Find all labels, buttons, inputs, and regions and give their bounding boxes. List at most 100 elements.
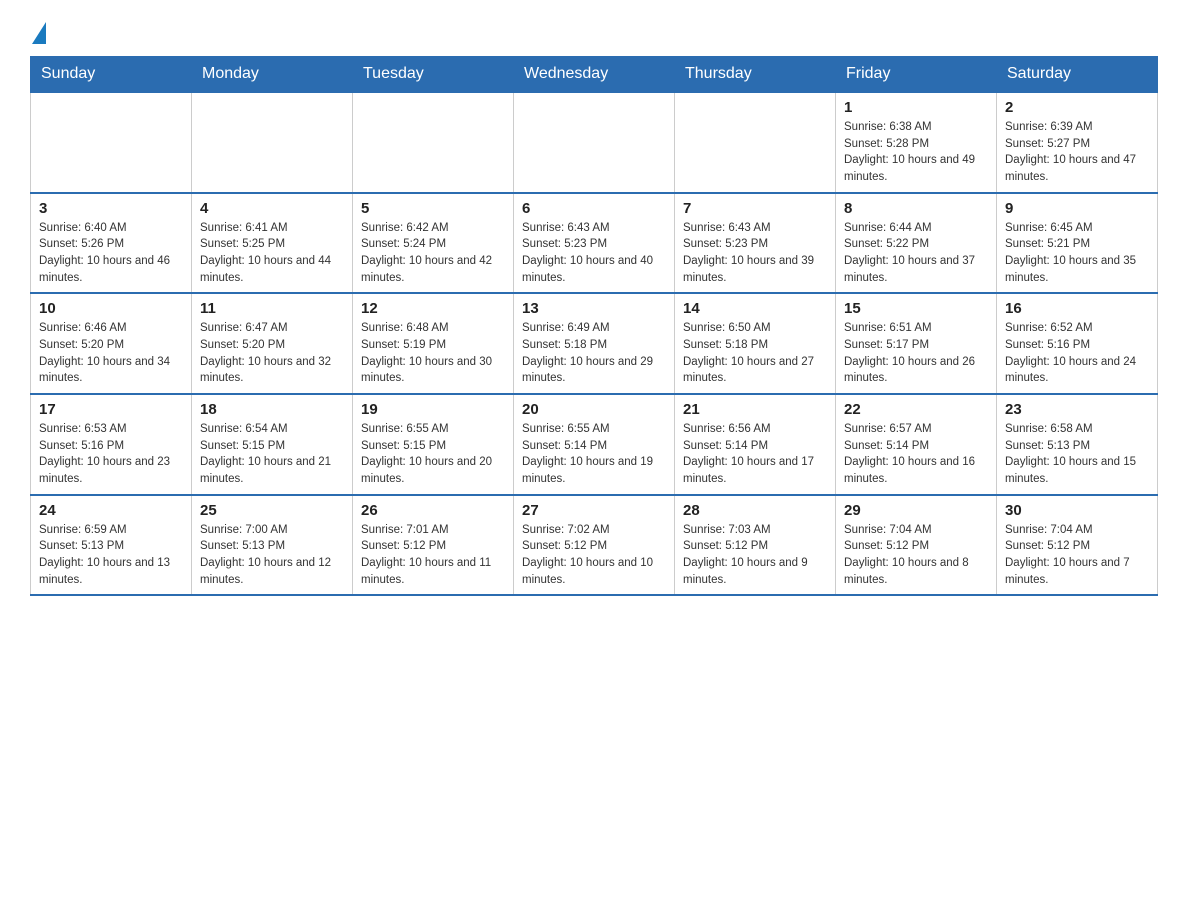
- day-number: 22: [844, 401, 988, 418]
- calendar-cell: [353, 92, 514, 193]
- day-info: Sunrise: 7:04 AM Sunset: 5:12 PM Dayligh…: [1005, 522, 1149, 589]
- weekday-header-saturday: Saturday: [997, 57, 1158, 93]
- day-info: Sunrise: 6:59 AM Sunset: 5:13 PM Dayligh…: [39, 522, 183, 589]
- calendar-cell: 25 Sunrise: 7:00 AM Sunset: 5:13 PM Dayli…: [192, 495, 353, 596]
- day-info: Sunrise: 6:43 AM Sunset: 5:23 PM Dayligh…: [522, 220, 666, 287]
- day-number: 17: [39, 401, 183, 418]
- weekday-header-sunday: Sunday: [31, 57, 192, 93]
- day-info: Sunrise: 6:38 AM Sunset: 5:28 PM Dayligh…: [844, 119, 988, 186]
- day-info: Sunrise: 6:53 AM Sunset: 5:16 PM Dayligh…: [39, 421, 183, 488]
- day-info: Sunrise: 6:48 AM Sunset: 5:19 PM Dayligh…: [361, 320, 505, 387]
- calendar-cell: 20 Sunrise: 6:55 AM Sunset: 5:14 PM Dayli…: [514, 394, 675, 495]
- day-number: 11: [200, 300, 344, 317]
- day-number: 3: [39, 200, 183, 217]
- day-number: 30: [1005, 502, 1149, 519]
- page-header: [30, 20, 1158, 40]
- weekday-header-tuesday: Tuesday: [353, 57, 514, 93]
- day-info: Sunrise: 6:51 AM Sunset: 5:17 PM Dayligh…: [844, 320, 988, 387]
- day-number: 4: [200, 200, 344, 217]
- day-info: Sunrise: 6:45 AM Sunset: 5:21 PM Dayligh…: [1005, 220, 1149, 287]
- day-number: 12: [361, 300, 505, 317]
- calendar-cell: 28Sunrise: 7:03 AM Sunset: 5:12 PM Dayli…: [675, 495, 836, 596]
- calendar-row-1: 3 Sunrise: 6:40 AM Sunset: 5:26 PM Daylig…: [31, 193, 1158, 294]
- day-number: 21: [683, 401, 827, 418]
- logo: [30, 20, 46, 40]
- day-info: Sunrise: 6:41 AM Sunset: 5:25 PM Dayligh…: [200, 220, 344, 287]
- calendar-cell: 30 Sunrise: 7:04 AM Sunset: 5:12 PM Dayli…: [997, 495, 1158, 596]
- calendar-cell: [514, 92, 675, 193]
- weekday-header-friday: Friday: [836, 57, 997, 93]
- weekday-header-monday: Monday: [192, 57, 353, 93]
- day-info: Sunrise: 6:47 AM Sunset: 5:20 PM Dayligh…: [200, 320, 344, 387]
- day-info: Sunrise: 7:01 AM Sunset: 5:12 PM Dayligh…: [361, 522, 505, 589]
- calendar-cell: 12 Sunrise: 6:48 AM Sunset: 5:19 PM Dayli…: [353, 293, 514, 394]
- calendar-cell: 4 Sunrise: 6:41 AM Sunset: 5:25 PM Daylig…: [192, 193, 353, 294]
- day-number: 5: [361, 200, 505, 217]
- day-info: Sunrise: 6:57 AM Sunset: 5:14 PM Dayligh…: [844, 421, 988, 488]
- logo-triangle-icon: [32, 22, 46, 44]
- day-info: Sunrise: 6:55 AM Sunset: 5:15 PM Dayligh…: [361, 421, 505, 488]
- day-number: 1: [844, 99, 988, 116]
- day-info: Sunrise: 6:58 AM Sunset: 5:13 PM Dayligh…: [1005, 421, 1149, 488]
- weekday-header-row: SundayMondayTuesdayWednesdayThursdayFrid…: [31, 57, 1158, 93]
- day-number: 2: [1005, 99, 1149, 116]
- calendar-cell: 23Sunrise: 6:58 AM Sunset: 5:13 PM Dayli…: [997, 394, 1158, 495]
- day-number: 8: [844, 200, 988, 217]
- day-number: 28: [683, 502, 827, 519]
- day-number: 13: [522, 300, 666, 317]
- calendar-cell: 8 Sunrise: 6:44 AM Sunset: 5:22 PM Daylig…: [836, 193, 997, 294]
- day-info: Sunrise: 6:39 AM Sunset: 5:27 PM Dayligh…: [1005, 119, 1149, 186]
- day-number: 14: [683, 300, 827, 317]
- day-number: 19: [361, 401, 505, 418]
- calendar-table: SundayMondayTuesdayWednesdayThursdayFrid…: [30, 56, 1158, 596]
- calendar-cell: 24 Sunrise: 6:59 AM Sunset: 5:13 PM Dayli…: [31, 495, 192, 596]
- day-info: Sunrise: 7:00 AM Sunset: 5:13 PM Dayligh…: [200, 522, 344, 589]
- day-info: Sunrise: 6:44 AM Sunset: 5:22 PM Dayligh…: [844, 220, 988, 287]
- day-number: 15: [844, 300, 988, 317]
- calendar-row-0: 1 Sunrise: 6:38 AM Sunset: 5:28 PM Daylig…: [31, 92, 1158, 193]
- calendar-cell: 11 Sunrise: 6:47 AM Sunset: 5:20 PM Dayli…: [192, 293, 353, 394]
- calendar-cell: [31, 92, 192, 193]
- calendar-row-3: 17 Sunrise: 6:53 AM Sunset: 5:16 PM Dayli…: [31, 394, 1158, 495]
- day-number: 7: [683, 200, 827, 217]
- calendar-cell: 1 Sunrise: 6:38 AM Sunset: 5:28 PM Daylig…: [836, 92, 997, 193]
- day-number: 29: [844, 502, 988, 519]
- calendar-cell: 5 Sunrise: 6:42 AM Sunset: 5:24 PM Daylig…: [353, 193, 514, 294]
- calendar-cell: 9Sunrise: 6:45 AM Sunset: 5:21 PM Daylig…: [997, 193, 1158, 294]
- day-info: Sunrise: 6:49 AM Sunset: 5:18 PM Dayligh…: [522, 320, 666, 387]
- calendar-cell: 13 Sunrise: 6:49 AM Sunset: 5:18 PM Dayli…: [514, 293, 675, 394]
- calendar-row-4: 24 Sunrise: 6:59 AM Sunset: 5:13 PM Dayli…: [31, 495, 1158, 596]
- day-info: Sunrise: 7:02 AM Sunset: 5:12 PM Dayligh…: [522, 522, 666, 589]
- calendar-cell: 26Sunrise: 7:01 AM Sunset: 5:12 PM Dayli…: [353, 495, 514, 596]
- calendar-cell: 6 Sunrise: 6:43 AM Sunset: 5:23 PM Daylig…: [514, 193, 675, 294]
- day-info: Sunrise: 6:54 AM Sunset: 5:15 PM Dayligh…: [200, 421, 344, 488]
- day-info: Sunrise: 6:56 AM Sunset: 5:14 PM Dayligh…: [683, 421, 827, 488]
- calendar-cell: 10Sunrise: 6:46 AM Sunset: 5:20 PM Dayli…: [31, 293, 192, 394]
- day-number: 18: [200, 401, 344, 418]
- weekday-header-wednesday: Wednesday: [514, 57, 675, 93]
- calendar-cell: 18 Sunrise: 6:54 AM Sunset: 5:15 PM Dayli…: [192, 394, 353, 495]
- calendar-cell: 7 Sunrise: 6:43 AM Sunset: 5:23 PM Daylig…: [675, 193, 836, 294]
- day-info: Sunrise: 6:40 AM Sunset: 5:26 PM Dayligh…: [39, 220, 183, 287]
- calendar-cell: 16Sunrise: 6:52 AM Sunset: 5:16 PM Dayli…: [997, 293, 1158, 394]
- calendar-cell: 3 Sunrise: 6:40 AM Sunset: 5:26 PM Daylig…: [31, 193, 192, 294]
- calendar-cell: 2 Sunrise: 6:39 AM Sunset: 5:27 PM Daylig…: [997, 92, 1158, 193]
- calendar-cell: 22 Sunrise: 6:57 AM Sunset: 5:14 PM Dayli…: [836, 394, 997, 495]
- day-info: Sunrise: 6:50 AM Sunset: 5:18 PM Dayligh…: [683, 320, 827, 387]
- weekday-header-thursday: Thursday: [675, 57, 836, 93]
- day-info: Sunrise: 6:42 AM Sunset: 5:24 PM Dayligh…: [361, 220, 505, 287]
- day-number: 24: [39, 502, 183, 519]
- day-info: Sunrise: 6:43 AM Sunset: 5:23 PM Dayligh…: [683, 220, 827, 287]
- calendar-cell: [675, 92, 836, 193]
- calendar-cell: 15 Sunrise: 6:51 AM Sunset: 5:17 PM Dayli…: [836, 293, 997, 394]
- day-number: 20: [522, 401, 666, 418]
- calendar-cell: [192, 92, 353, 193]
- calendar-cell: 19 Sunrise: 6:55 AM Sunset: 5:15 PM Dayli…: [353, 394, 514, 495]
- day-info: Sunrise: 6:52 AM Sunset: 5:16 PM Dayligh…: [1005, 320, 1149, 387]
- calendar-cell: 14 Sunrise: 6:50 AM Sunset: 5:18 PM Dayli…: [675, 293, 836, 394]
- day-number: 6: [522, 200, 666, 217]
- calendar-cell: 27Sunrise: 7:02 AM Sunset: 5:12 PM Dayli…: [514, 495, 675, 596]
- day-info: Sunrise: 6:55 AM Sunset: 5:14 PM Dayligh…: [522, 421, 666, 488]
- day-number: 25: [200, 502, 344, 519]
- calendar-cell: 21 Sunrise: 6:56 AM Sunset: 5:14 PM Dayli…: [675, 394, 836, 495]
